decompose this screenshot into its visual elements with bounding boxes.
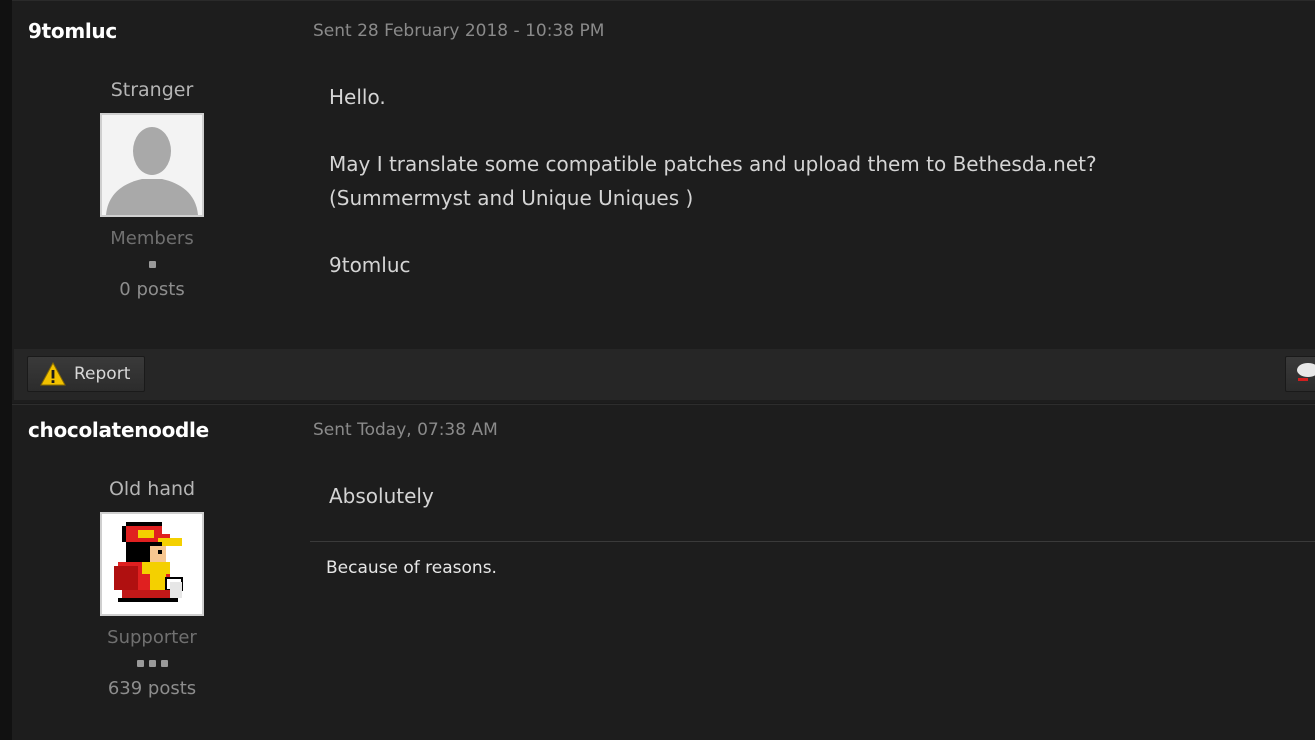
avatar[interactable] xyxy=(100,113,204,217)
signature-divider xyxy=(310,541,1315,542)
body-line: May I translate some compatible patches … xyxy=(329,152,1097,176)
post-count: 639 posts xyxy=(107,678,197,699)
body-line: Hello. xyxy=(329,85,386,109)
author-name-link[interactable]: 9tomluc xyxy=(28,19,117,43)
rank-pips xyxy=(72,654,232,672)
author-name-link[interactable]: chocolatenoodle xyxy=(28,418,209,442)
post: chocolatenoodle Sent Today, 07:38 AM Old… xyxy=(12,404,1315,740)
speech-bubble-icon xyxy=(1297,363,1315,381)
warning-icon xyxy=(40,362,66,386)
post-date: Sent Today, 07:38 AM xyxy=(313,420,498,440)
post-count: 0 posts xyxy=(119,279,185,300)
body-line: Absolutely xyxy=(329,484,434,508)
post-date: Sent 28 February 2018 - 10:38 PM xyxy=(313,21,605,41)
left-rail xyxy=(0,0,12,740)
report-label: Report xyxy=(74,364,131,384)
rank-pip xyxy=(148,260,156,268)
rank-pip xyxy=(136,659,144,667)
post-body: Absolutely xyxy=(329,479,1275,513)
group-name: Members xyxy=(110,228,194,249)
rank-pips xyxy=(72,255,232,273)
author-panel: Stranger Members 0 posts xyxy=(72,77,232,300)
post-controls-bar: Report xyxy=(14,349,1315,400)
quote-button[interactable] xyxy=(1285,356,1315,392)
signature: Because of reasons. xyxy=(326,558,497,578)
rank-pip xyxy=(148,659,156,667)
post-body: Hello. May I translate some compatible p… xyxy=(329,80,1275,282)
post: 9tomluc Sent 28 February 2018 - 10:38 PM… xyxy=(12,0,1315,403)
group-name: Supporter xyxy=(107,627,197,648)
message-thread: 9tomluc Sent 28 February 2018 - 10:38 PM… xyxy=(0,0,1315,740)
pixel-trainer-avatar-icon xyxy=(102,514,202,614)
rank-title: Old hand xyxy=(108,478,196,500)
rank-title: Stranger xyxy=(110,79,194,101)
report-button[interactable]: Report xyxy=(27,356,145,392)
body-line: (Summermyst and Unique Uniques ) xyxy=(329,186,694,210)
author-panel: Old hand Supporter 639 posts xyxy=(72,476,232,699)
avatar[interactable] xyxy=(100,512,204,616)
rank-pip xyxy=(160,659,168,667)
body-line: 9tomluc xyxy=(329,253,411,277)
default-silhouette-icon xyxy=(102,115,202,215)
